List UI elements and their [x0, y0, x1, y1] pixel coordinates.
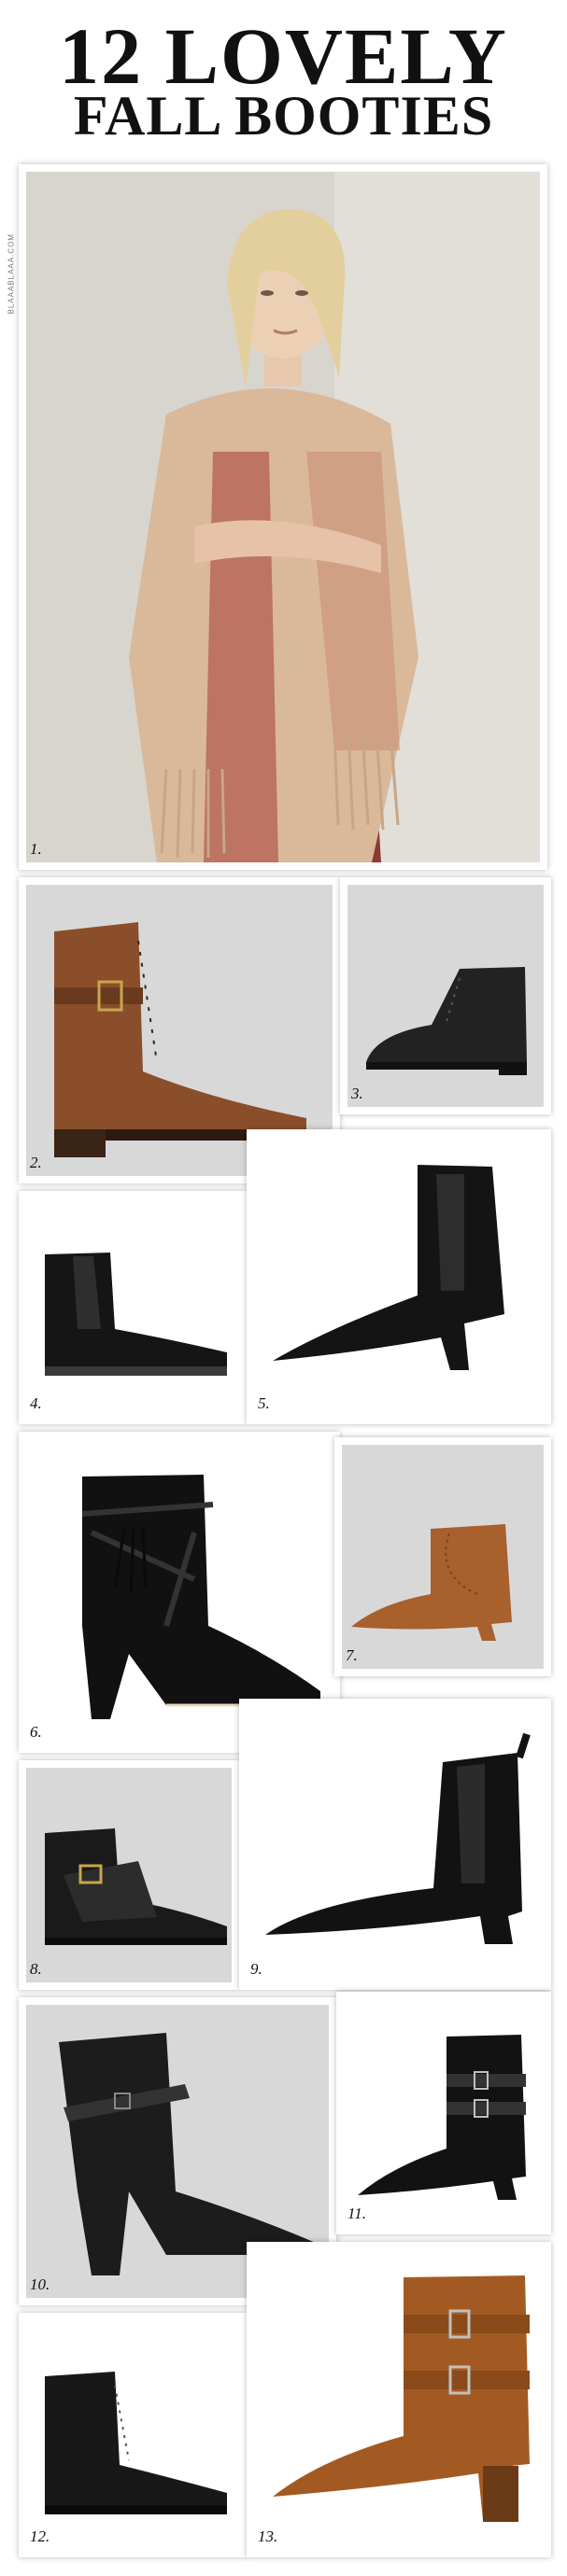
- boot-photo: [254, 2249, 544, 2550]
- boot-card-5[interactable]: 5.: [247, 1129, 551, 1424]
- item-number: 2.: [30, 1154, 42, 1171]
- boot-card-9[interactable]: 9.: [239, 1699, 551, 1990]
- item-number: 3.: [351, 1085, 363, 1102]
- boot-photo: [344, 1999, 544, 2227]
- site-credit: BLAAABLAAA.COM: [7, 233, 16, 315]
- item-number: 1.: [30, 840, 42, 858]
- model-photo: [26, 172, 540, 862]
- item-number: 10.: [30, 2275, 50, 2293]
- look-card-1[interactable]: 1.: [19, 164, 547, 870]
- item-number: 13.: [258, 2527, 278, 2545]
- boot-card-11[interactable]: 11.: [336, 1992, 551, 2234]
- boot-photo: [26, 1768, 232, 1982]
- item-number: 11.: [347, 2205, 366, 2222]
- boot-card-4[interactable]: 4.: [19, 1191, 247, 1424]
- item-number: 4.: [30, 1394, 42, 1412]
- item-number: 9.: [250, 1960, 262, 1978]
- boot-card-3[interactable]: 3.: [340, 877, 551, 1114]
- title-line-2: FALL BOOTIES: [73, 85, 494, 147]
- boot-card-8[interactable]: 8.: [19, 1760, 239, 1990]
- boot-photo: [254, 1137, 544, 1417]
- item-number: 5.: [258, 1394, 270, 1412]
- item-number: 6.: [30, 1723, 42, 1741]
- boot-photo: [26, 1198, 239, 1417]
- boot-card-7[interactable]: 7.: [334, 1437, 551, 1676]
- boot-photo: [26, 2320, 239, 2550]
- boot-photo: [247, 1706, 544, 1982]
- item-number: 7.: [346, 1646, 358, 1664]
- boot-card-12[interactable]: 12.: [19, 2313, 247, 2557]
- boot-card-13[interactable]: 13.: [247, 2242, 551, 2557]
- boot-photo: [342, 1445, 544, 1669]
- item-number: 8.: [30, 1960, 42, 1978]
- boot-photo: [347, 885, 544, 1107]
- title-line-1: 12 LOVELY: [59, 11, 508, 101]
- item-number: 12.: [30, 2527, 50, 2545]
